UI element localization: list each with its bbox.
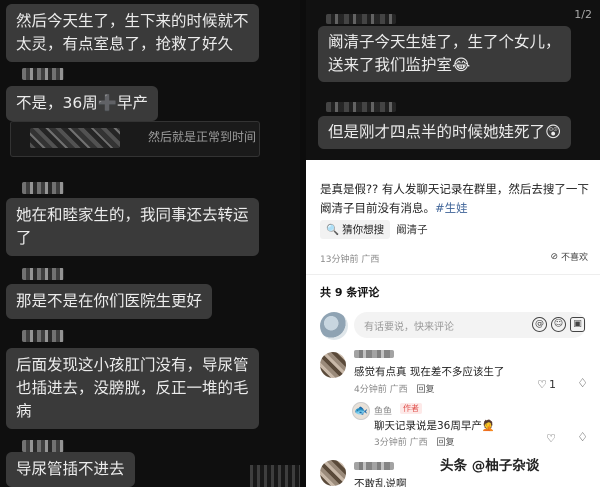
avatar[interactable] — [320, 460, 346, 486]
emoji-icon[interactable]: ☺ — [551, 317, 566, 332]
quote-text: 然后就是正常到时间 — [148, 130, 257, 144]
bubble-line: 然后今天生了，生下来的时候就不 — [16, 12, 249, 30]
guess-search-label: 猜你想搜 — [342, 223, 385, 236]
image-icon[interactable]: ▣ — [570, 317, 585, 332]
comment-meta: 4分钟前 广西 回复 — [354, 382, 434, 395]
comment-text-body: 聊天记录说是36周早产 — [374, 420, 482, 432]
blurred-name — [22, 182, 64, 194]
plus-emoji-icon: ➕ — [97, 94, 118, 112]
blurred-name — [22, 68, 64, 80]
post-body: 是真是假?? 有人发聊天记录在群里，然后去搜了一下阚清子目前没有消息。#生娃 — [320, 180, 592, 218]
reply-button[interactable]: 回复 — [416, 385, 434, 395]
divider — [306, 274, 600, 275]
chat-bubble-right-1: 阚清子今天生娃了，生了个女儿， 送来了我们监护室😂 — [318, 26, 571, 82]
bubble-line: 后面发现这小孩肛门没有，导尿管 — [16, 356, 249, 374]
left-chat-panel: 然后今天生了，生下来的时候就不 太灵，有点室息了，抢救了好久 不是，36周➕早产… — [0, 0, 300, 487]
post-panel: 是真是假?? 有人发聊天记录在群里，然后去搜了一下阚清子目前没有消息。#生娃 🔍… — [306, 160, 600, 487]
chat-bubble-4: 那是不是在你们医院生更好 — [6, 284, 213, 319]
comment-text: 不敢乱说啊 — [354, 478, 407, 487]
post-hashtag[interactable]: #生娃 — [435, 201, 468, 215]
bubble-line: 送来了我们监护室 — [328, 56, 453, 74]
comment-meta: 3分钟前 广西 回复 — [374, 435, 454, 448]
guess-search-chip[interactable]: 🔍 猜你想搜 — [320, 219, 391, 239]
guess-search-word[interactable]: 阚清子 — [396, 222, 428, 237]
chat-bubble-5: 后面发现这小孩肛门没有，导尿管 也插进去，没膀胱，反正一堆的毛 病 — [6, 348, 259, 429]
bubble-line: 也插进去，没膀胱，反正一堆的毛 — [16, 379, 249, 397]
heart-icon: ♡ — [537, 378, 547, 391]
comment-count: 共 9 条评论 — [320, 286, 380, 299]
blurred-name — [22, 268, 64, 280]
post-time-location: 13分钟前 广西 — [320, 255, 380, 265]
dislike-icon: ⊘ — [550, 251, 558, 262]
bubble-line: 阚清子今天生娃了，生了个女儿， — [328, 33, 561, 51]
page-counter: 1/2 — [574, 8, 592, 21]
like-count: 1 — [549, 378, 556, 391]
chat-bubble-3: 她在和睦家生的，我同事还去转运 了 — [6, 198, 259, 256]
dislike-label: 不喜欢 — [560, 253, 588, 263]
comment-text: 感觉有点真 现在差不多应该生了 — [354, 366, 505, 378]
bubble-line: 导尿管插不进去 — [16, 460, 125, 478]
bubble-text: 不是，36周 — [16, 94, 98, 112]
guess-search-row: 🔍 猜你想搜 阚清子 — [320, 219, 428, 239]
avatar[interactable] — [320, 352, 346, 378]
at-icon[interactable]: @ — [532, 317, 547, 332]
blurred-name — [354, 350, 394, 358]
bubble-line: 了 — [16, 229, 32, 247]
avatar[interactable]: 🐟 — [352, 402, 370, 420]
bubble-line: 她在和睦家生的，我同事还去转运 — [16, 206, 249, 224]
blurred-name — [326, 102, 396, 112]
blurred-name — [22, 330, 64, 342]
facepalm-emoji-icon: 🤦 — [481, 420, 495, 432]
bubble-line: 太灵，有点室息了，抢救了好久 — [16, 35, 234, 53]
chat-bubble-6: 导尿管插不进去 — [6, 452, 135, 487]
blurred-name — [22, 440, 64, 452]
blurred-name — [326, 14, 396, 24]
bubble-line: 那是不是在你们医院生更好 — [16, 292, 203, 310]
chat-bubble-2: 不是，36周➕早产 — [6, 86, 159, 121]
blurred-corner — [250, 465, 300, 487]
watermark: 头条 @柚子杂谈 — [440, 454, 539, 474]
search-icon: 🔍 — [326, 223, 340, 236]
shocked-emoji-icon: 😲 — [545, 123, 562, 141]
blurred-name — [354, 462, 394, 470]
right-chat-panel: 1/2 阚清子今天生娃了，生了个女儿， 送来了我们监护室😂 但是刚才四点半的时候… — [306, 0, 600, 160]
screenshot-root: 然后今天生了，生下来的时候就不 太灵，有点室息了，抢救了好久 不是，36周➕早产… — [0, 0, 600, 487]
watermark-text: 头条 @柚子杂谈 — [440, 458, 540, 474]
heart-icon: ♡ — [546, 432, 556, 445]
avatar — [320, 312, 348, 340]
comment-input[interactable]: 有话要说，快来评论 @ ☺ ▣ — [354, 312, 586, 338]
bubble-line: 病 — [16, 402, 32, 420]
chat-bubble-right-2: 但是刚才四点半的时候她娃死了😲 — [318, 116, 572, 149]
comment-placeholder: 有话要说，快来评论 — [364, 322, 454, 333]
dislike-thumb-icon[interactable]: ♢ — [577, 376, 588, 390]
dislike-thumb-icon[interactable]: ♢ — [577, 430, 588, 444]
bubble-text: 早产 — [117, 94, 149, 112]
reply-button[interactable]: 回复 — [436, 438, 454, 448]
blurred-quote-author — [30, 128, 120, 148]
laugh-emoji-icon: 😂 — [452, 56, 471, 74]
comment-time: 3分钟前 广西 — [374, 438, 428, 448]
comment-author[interactable]: 鱼鱼 — [374, 404, 392, 417]
chat-bubble-1: 然后今天生了，生下来的时候就不 太灵，有点室息了，抢救了好久 — [6, 4, 259, 62]
like-button[interactable]: ♡ — [546, 432, 556, 445]
bubble-line: 但是刚才四点半的时候她娃死了 — [328, 123, 546, 141]
author-badge: 作者 — [400, 403, 422, 414]
like-button[interactable]: ♡ 1 — [537, 378, 556, 391]
comment-text: 聊天记录说是36周早产🤦 — [374, 418, 495, 433]
comment-time: 4分钟前 广西 — [354, 385, 408, 395]
dislike-button[interactable]: ⊘ 不喜欢 — [550, 250, 588, 264]
